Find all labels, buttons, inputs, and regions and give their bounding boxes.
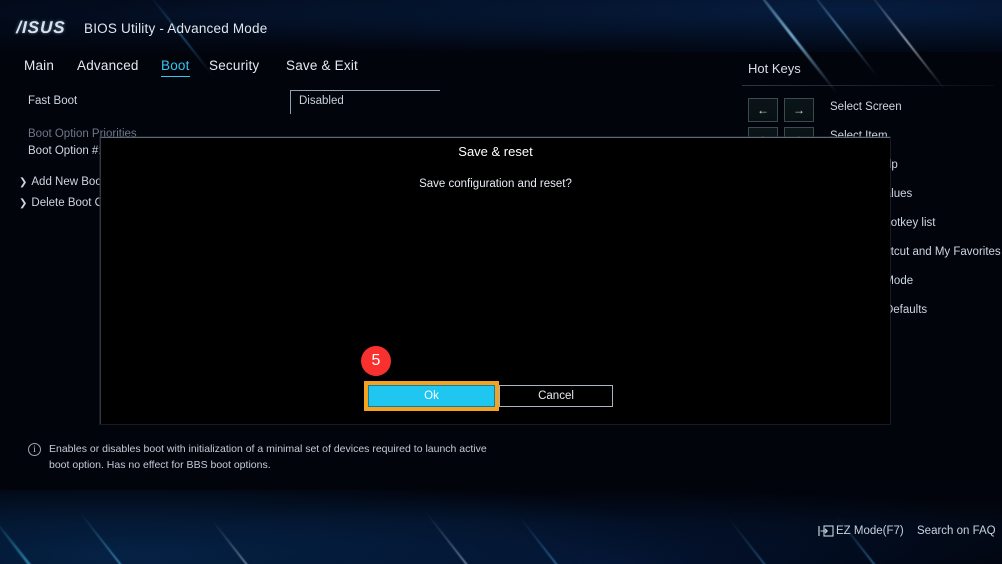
fast-boot-value-field[interactable]: Disabled [290,90,440,114]
arrow-left-key-icon[interactable]: ← [748,98,778,122]
search-faq-button[interactable]: Search on FAQ [917,525,996,537]
ok-button-highlight: Ok [364,381,499,411]
setting-label-boot-option-1[interactable]: Boot Option #1 [28,145,105,157]
bios-screen: /ISUS BIOS Utility - Advanced Mode Main … [0,0,1002,564]
dialog-title: Save & reset [458,144,533,159]
background-streak [210,518,292,564]
background-streak [517,514,605,564]
hotkey-label-select-screen: Select Screen [830,101,902,113]
description-panel: i Enables or disables boot with initiali… [28,441,498,473]
fast-boot-value: Disabled [299,95,344,107]
arrow-right-key-icon[interactable]: → [784,98,814,122]
page-title: BIOS Utility - Advanced Mode [84,21,268,36]
ok-button[interactable]: Ok [368,385,495,407]
dialog-button-row: Ok Cancel [101,381,890,413]
hotkeys-divider [742,85,994,86]
background-streak [77,509,165,564]
chevron-right-icon: ❯ [19,177,28,188]
background-streak [0,516,92,564]
background-streak [834,513,928,564]
tab-main[interactable]: Main [24,58,54,76]
tab-advanced[interactable]: Advanced [77,58,139,76]
background-streak [424,510,518,564]
tab-boot[interactable]: Boot [161,58,190,77]
hotkeys-title: Hot Keys [748,61,801,76]
asus-logo: /ISUS [15,17,67,37]
setting-label-fast-boot[interactable]: Fast Boot [28,95,77,107]
info-icon: i [28,443,41,456]
description-text: Enables or disables boot with initializa… [49,443,487,471]
hotkey-row-select-screen: ← → Select Screen [742,98,998,126]
chevron-right-icon: ❯ [19,198,28,209]
dialog-message: Save configuration and reset? [419,178,572,190]
background-streak [725,514,817,564]
save-reset-dialog: Save & reset Save configuration and rese… [100,137,890,424]
main-tabs: Main Advanced Boot Security Save & Exit [0,58,1002,84]
cancel-button[interactable]: Cancel [499,385,613,407]
tab-security[interactable]: Security [209,58,259,76]
ez-mode-button[interactable]: EZ Mode(F7) [836,525,904,537]
tab-save-exit[interactable]: Save & Exit [286,58,358,76]
header-bar: /ISUS BIOS Utility - Advanced Mode [0,0,1002,52]
exit-to-box-icon [818,525,834,537]
annotation-badge-5: 5 [361,346,391,376]
